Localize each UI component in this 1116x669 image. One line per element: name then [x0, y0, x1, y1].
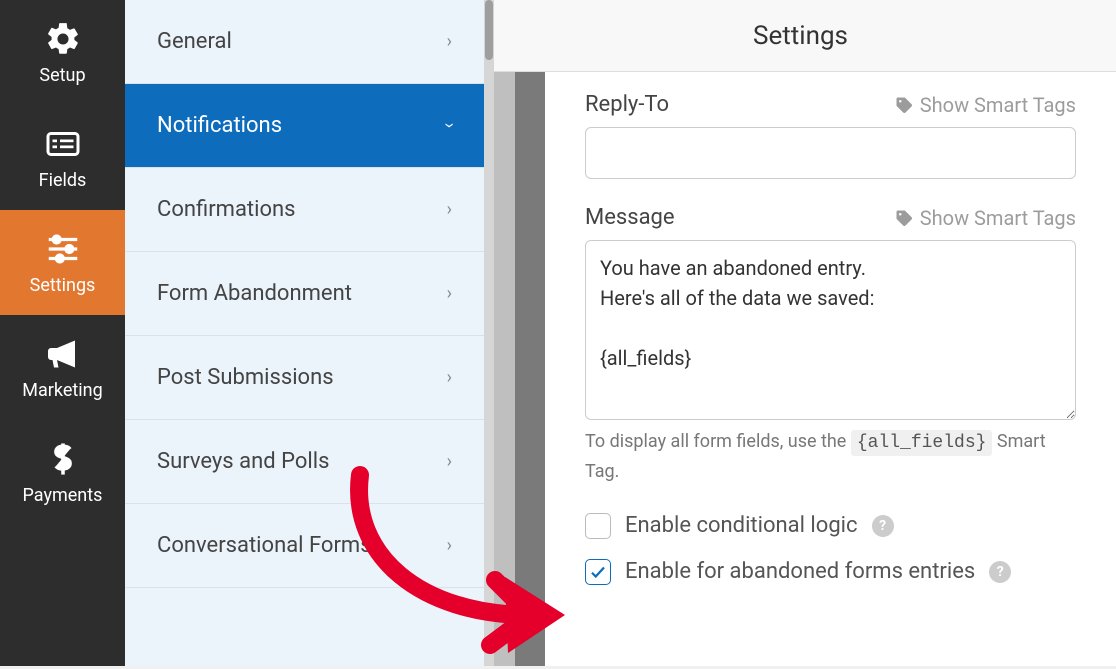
conditional-logic-row: Enable conditional logic ?	[585, 513, 1076, 539]
reply-to-input[interactable]	[585, 127, 1076, 179]
dollar-icon	[43, 439, 83, 479]
gear-icon	[43, 19, 83, 59]
submenu-surveys-polls-label: Surveys and Polls	[157, 449, 329, 474]
tags-icon	[894, 95, 914, 115]
settings-submenu: General › Notifications › Confirmations …	[125, 0, 485, 666]
submenu-general[interactable]: General ›	[125, 0, 484, 84]
submenu-general-label: General	[157, 29, 232, 54]
nav-fields[interactable]: Fields	[0, 105, 125, 210]
submenu-notifications-label: Notifications	[157, 113, 282, 138]
nav-marketing-label: Marketing	[22, 380, 102, 401]
submenu-post-submissions[interactable]: Post Submissions ›	[125, 336, 484, 420]
message-textarea[interactable]	[585, 240, 1076, 420]
sliders-icon	[43, 229, 83, 269]
chevron-right-icon: ›	[447, 199, 452, 220]
nav-marketing[interactable]: Marketing	[0, 315, 125, 420]
chevron-down-icon: ›	[439, 123, 460, 128]
message-field-block: Message Show Smart Tags To display all f…	[585, 205, 1076, 487]
submenu-confirmations[interactable]: Confirmations ›	[125, 168, 484, 252]
reply-to-smart-tags-link[interactable]: Show Smart Tags	[894, 93, 1076, 117]
chevron-right-icon: ›	[447, 535, 452, 556]
abandoned-entries-row: Enable for abandoned forms entries ?	[585, 559, 1076, 585]
reply-to-smart-tags-text: Show Smart Tags	[920, 93, 1076, 117]
submenu-conversational-forms[interactable]: Conversational Forms ›	[125, 504, 484, 588]
notification-settings-panel: Reply-To Show Smart Tags Message	[545, 72, 1116, 666]
submenu-conversational-forms-label: Conversational Forms	[157, 533, 372, 558]
reply-to-label: Reply-To	[585, 92, 669, 117]
bullhorn-icon	[43, 334, 83, 374]
main-sidebar: Setup Fields Settings Marketing Payments	[0, 0, 125, 666]
message-label: Message	[585, 205, 675, 230]
abandoned-entries-checkbox[interactable]	[585, 559, 611, 585]
submenu-post-submissions-label: Post Submissions	[157, 365, 334, 390]
nav-setup-label: Setup	[39, 65, 85, 86]
page-title: Settings	[753, 21, 848, 51]
conditional-logic-checkbox[interactable]	[585, 513, 611, 539]
message-help-prefix: To display all form fields, use the	[585, 431, 846, 452]
submenu-form-abandonment[interactable]: Form Abandonment ›	[125, 252, 484, 336]
tags-icon	[894, 208, 914, 228]
chevron-right-icon: ›	[447, 451, 452, 472]
message-help-text: To display all form fields, use the {all…	[585, 428, 1076, 487]
page-title-bar: Settings	[485, 0, 1116, 72]
message-smart-tags-link[interactable]: Show Smart Tags	[894, 206, 1076, 230]
submenu-surveys-polls[interactable]: Surveys and Polls ›	[125, 420, 484, 504]
list-icon	[43, 124, 83, 164]
chevron-right-icon: ›	[447, 283, 452, 304]
reply-to-field-block: Reply-To Show Smart Tags	[585, 92, 1076, 179]
help-icon[interactable]: ?	[989, 561, 1011, 583]
message-help-code: {all_fields}	[851, 430, 993, 456]
nav-fields-label: Fields	[39, 170, 87, 191]
nav-payments-label: Payments	[23, 485, 103, 506]
checkmark-icon	[589, 563, 607, 581]
message-smart-tags-text: Show Smart Tags	[920, 206, 1076, 230]
panel-gutter	[515, 72, 545, 666]
conditional-logic-label: Enable conditional logic	[625, 513, 858, 538]
submenu-notifications[interactable]: Notifications ›	[125, 84, 484, 168]
submenu-scrollbar[interactable]	[484, 0, 494, 666]
chevron-right-icon: ›	[447, 367, 452, 388]
content-wrap: Settings Reply-To Show Smart Tags	[485, 0, 1116, 666]
submenu-form-abandonment-label: Form Abandonment	[157, 281, 352, 306]
chevron-right-icon: ›	[447, 31, 452, 52]
help-icon[interactable]: ?	[872, 515, 894, 537]
nav-settings-label: Settings	[30, 275, 96, 296]
nav-setup[interactable]: Setup	[0, 0, 125, 105]
abandoned-entries-label: Enable for abandoned forms entries	[625, 559, 975, 584]
submenu-scrollbar-thumb[interactable]	[485, 0, 493, 60]
nav-settings[interactable]: Settings	[0, 210, 125, 315]
nav-payments[interactable]: Payments	[0, 420, 125, 525]
submenu-confirmations-label: Confirmations	[157, 197, 296, 222]
